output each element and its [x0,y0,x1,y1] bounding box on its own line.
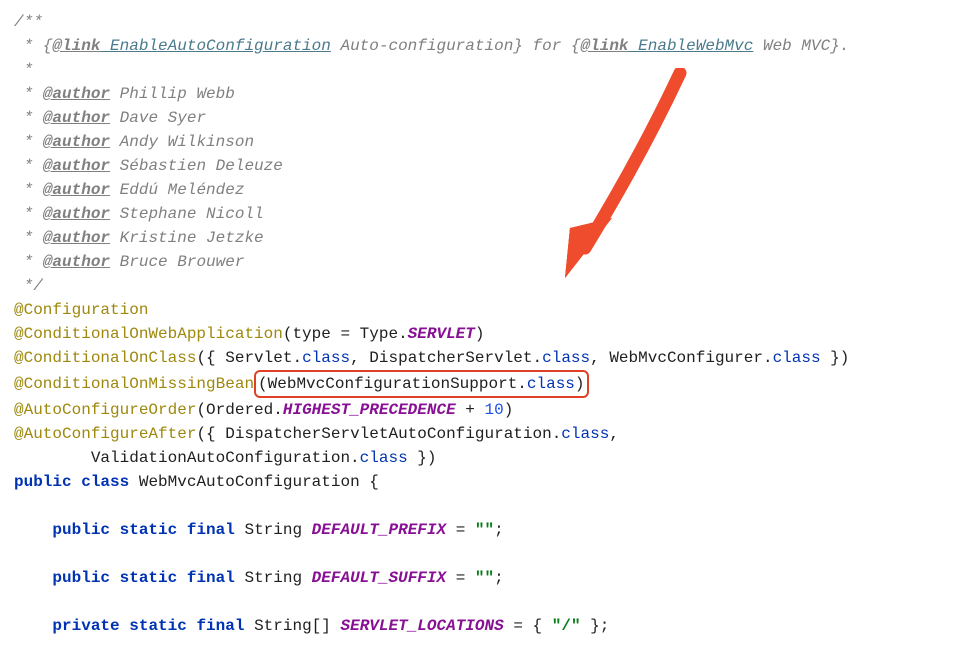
annotation-auto-configure-after-l1: @AutoConfigureAfter({ DispatcherServletA… [14,422,943,446]
javadoc-author-2: * @author Andy Wilkinson [14,130,943,154]
highlighted-parameter: (WebMvcConfigurationSupport.class) [254,370,588,398]
javadoc-author-7: * @author Bruce Brouwer [14,250,943,274]
field-default-prefix: public static final String DEFAULT_PREFI… [14,518,943,542]
annotation-configuration: @Configuration [14,298,943,322]
code-editor-area[interactable]: /** * {@link EnableAutoConfiguration Aut… [14,10,943,638]
javadoc-author-0: * @author Phillip Webb [14,82,943,106]
javadoc-blank: * [14,58,943,82]
annotation-conditional-missing-bean: @ConditionalOnMissingBean(WebMvcConfigur… [14,370,943,398]
javadoc-author-1: * @author Dave Syer [14,106,943,130]
javadoc-author-6: * @author Kristine Jetzke [14,226,943,250]
field-default-suffix: public static final String DEFAULT_SUFFI… [14,566,943,590]
blank-line [14,542,943,566]
javadoc-author-4: * @author Eddú Meléndez [14,178,943,202]
annotation-auto-configure-order: @AutoConfigureOrder(Ordered.HIGHEST_PREC… [14,398,943,422]
blank-line [14,494,943,518]
annotation-conditional-on-class: @ConditionalOnClass({ Servlet.class, Dis… [14,346,943,370]
field-servlet-locations: private static final String[] SERVLET_LO… [14,614,943,638]
javadoc-open: /** [14,10,943,34]
blank-line [14,590,943,614]
javadoc-author-3: * @author Sébastien Deleuze [14,154,943,178]
javadoc-desc: * {@link EnableAutoConfiguration Auto-co… [14,34,943,58]
annotation-conditional-web-app: @ConditionalOnWebApplication(type = Type… [14,322,943,346]
javadoc-close: */ [14,274,943,298]
annotation-auto-configure-after-l2: ValidationAutoConfiguration.class }) [14,446,943,470]
javadoc-author-5: * @author Stephane Nicoll [14,202,943,226]
class-declaration: public class WebMvcAutoConfiguration { [14,470,943,494]
